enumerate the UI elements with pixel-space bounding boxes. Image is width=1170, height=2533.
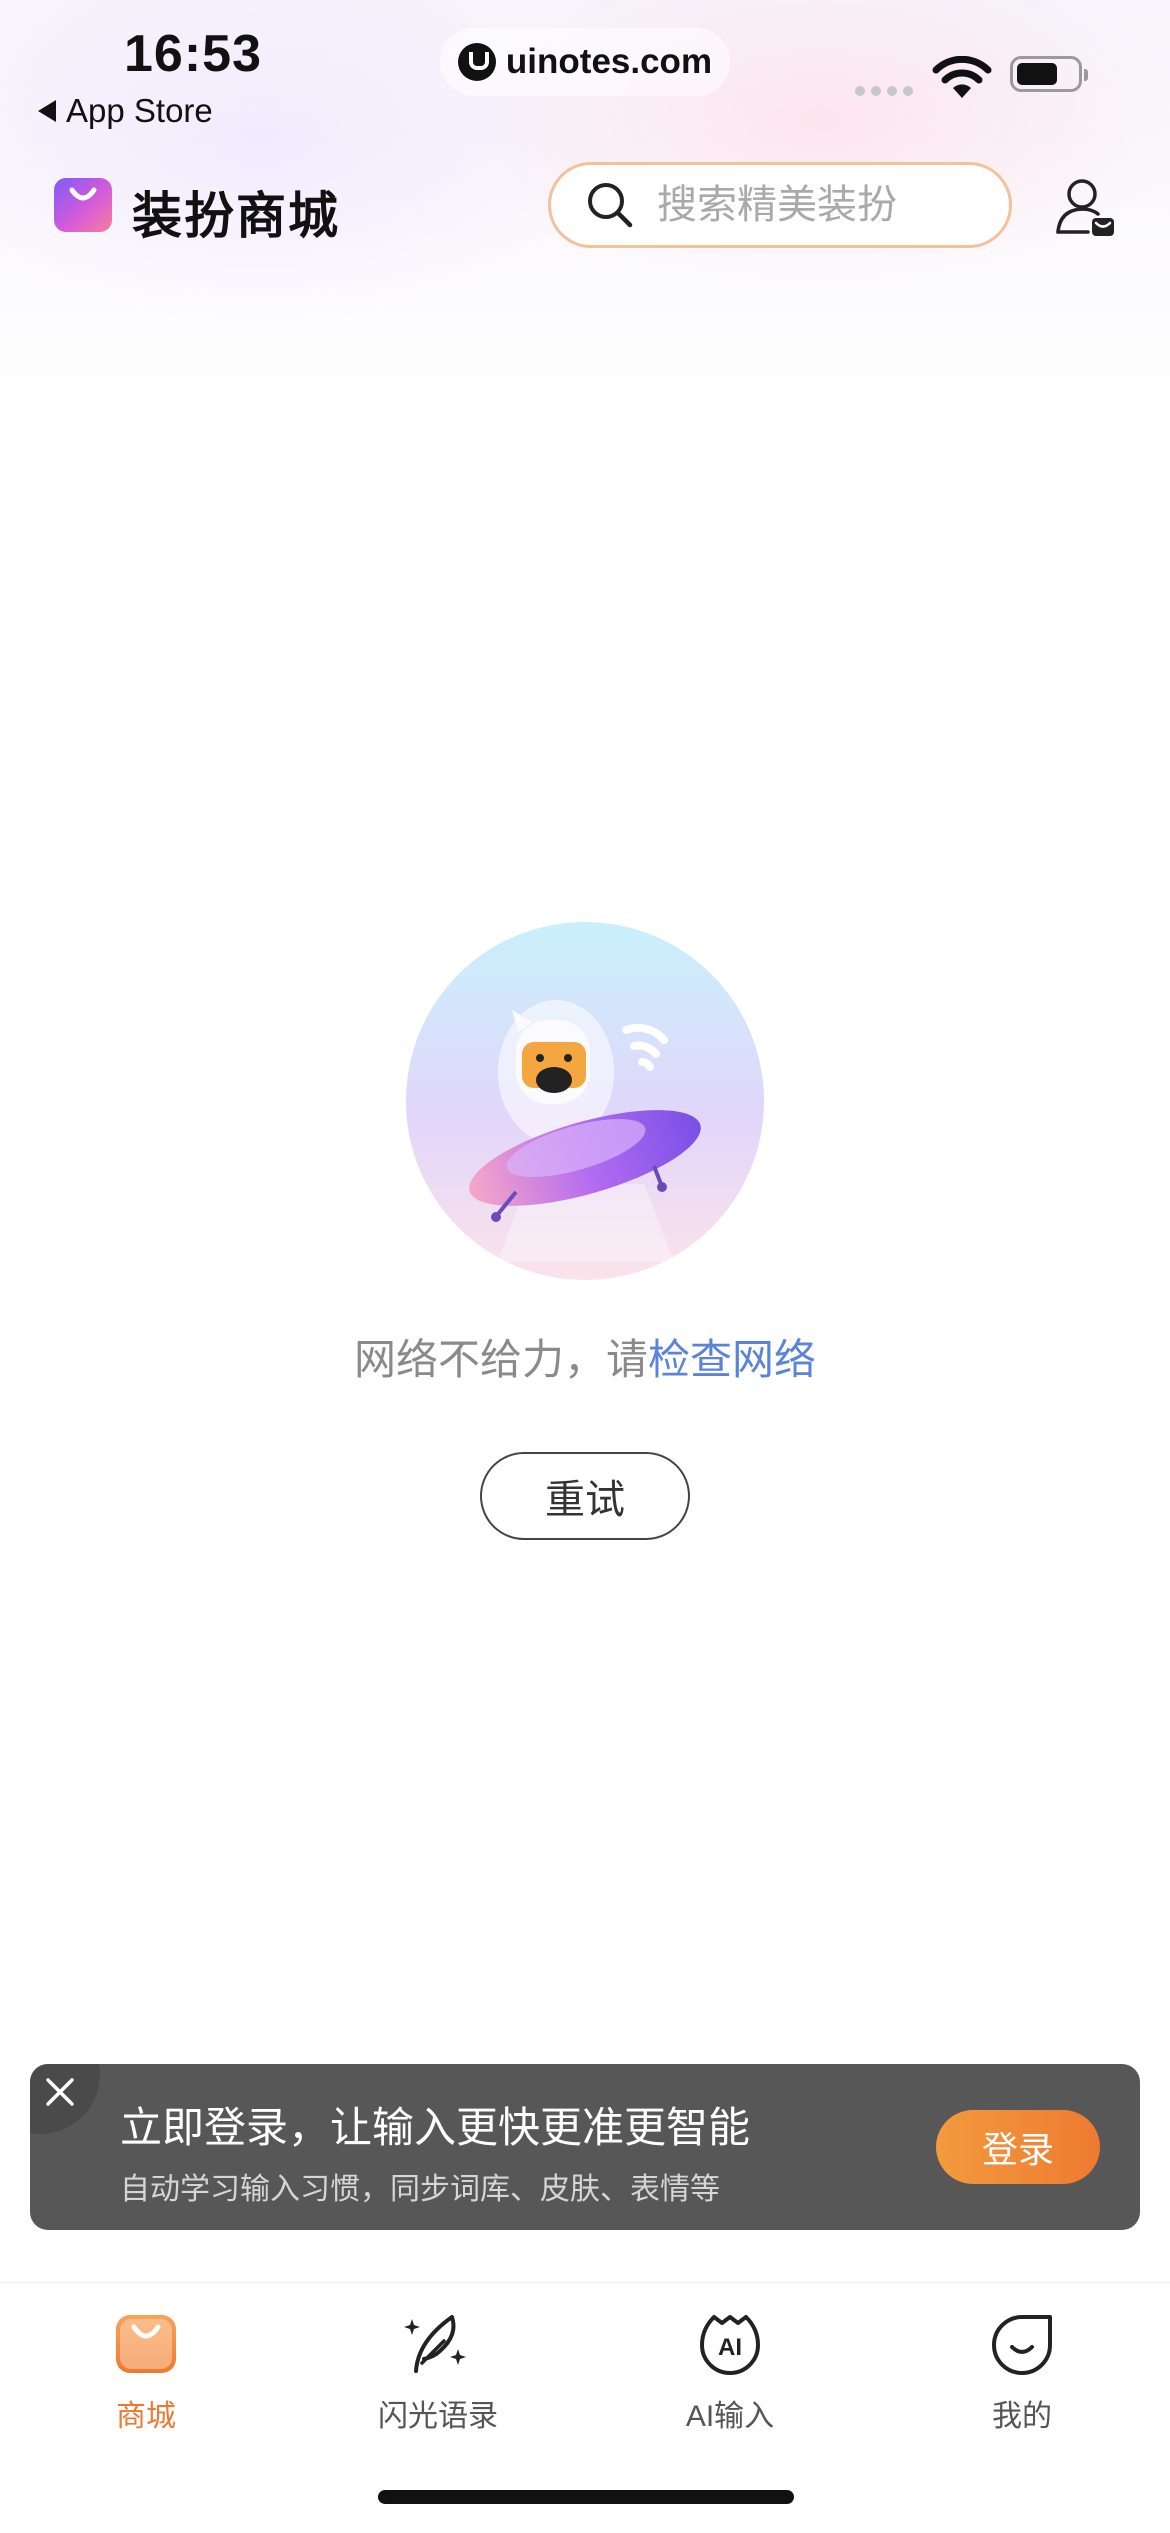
tab-shop[interactable]: 商城 bbox=[46, 2305, 246, 2435]
site-logo-icon bbox=[457, 43, 496, 81]
login-button[interactable]: 登录 bbox=[936, 2110, 1100, 2184]
back-arrow-icon bbox=[38, 100, 56, 122]
banner-title: 立即登录，让输入更快更准更智能 bbox=[120, 2104, 751, 2151]
ai-input-icon: AI bbox=[700, 2315, 760, 2375]
login-promo-banner: 立即登录，让输入更快更准更智能 自动学习输入习惯，同步词库、皮肤、表情等 登录 bbox=[30, 2064, 1140, 2230]
url-pill[interactable]: uinotes.com bbox=[440, 28, 730, 96]
shop-logo-icon bbox=[54, 178, 112, 232]
close-icon[interactable] bbox=[42, 2074, 78, 2110]
tab-shop-label: 商城 bbox=[116, 2400, 176, 2433]
search-input[interactable] bbox=[655, 181, 959, 229]
tab-flash-quotes-label: 闪光语录 bbox=[378, 2400, 498, 2433]
search-bar[interactable] bbox=[548, 162, 1012, 248]
cellular-signal-icon bbox=[855, 86, 913, 96]
feather-sparkle-icon bbox=[404, 2315, 466, 2373]
offline-ufo-illustration bbox=[406, 922, 764, 1280]
tab-me[interactable]: 我的 bbox=[922, 2305, 1122, 2435]
page-title: 装扮商城 bbox=[132, 188, 340, 244]
retry-button[interactable]: 重试 bbox=[480, 1452, 690, 1540]
shop-bag-icon bbox=[116, 2315, 176, 2373]
status-time: 16:53 bbox=[124, 25, 262, 83]
smile-profile-icon bbox=[992, 2315, 1052, 2375]
network-error-message: 网络不给力，请检查网络 bbox=[0, 1326, 1170, 1387]
search-icon bbox=[588, 183, 633, 228]
wifi-icon bbox=[932, 56, 992, 98]
back-to-app-store[interactable]: App Store bbox=[38, 92, 213, 130]
svg-text:AI: AI bbox=[718, 2334, 742, 2361]
back-label: App Store bbox=[66, 92, 213, 129]
tab-ai-input-label: AI输入 bbox=[685, 2400, 775, 2433]
error-text: 网络不给力，请 bbox=[353, 1336, 648, 1383]
url-text: uinotes.com bbox=[505, 42, 713, 81]
tab-flash-quotes[interactable]: 闪光语录 bbox=[338, 2305, 538, 2435]
home-indicator[interactable] bbox=[378, 2490, 794, 2504]
tab-ai-input[interactable]: AI AI输入 bbox=[630, 2305, 830, 2435]
tab-me-label: 我的 bbox=[992, 2400, 1052, 2433]
check-network-link[interactable]: 检查网络 bbox=[648, 1336, 816, 1383]
user-account-icon[interactable] bbox=[1052, 174, 1118, 240]
banner-subtitle: 自动学习输入习惯，同步词库、皮肤、表情等 bbox=[120, 2173, 720, 2206]
battery-icon bbox=[1010, 56, 1088, 92]
